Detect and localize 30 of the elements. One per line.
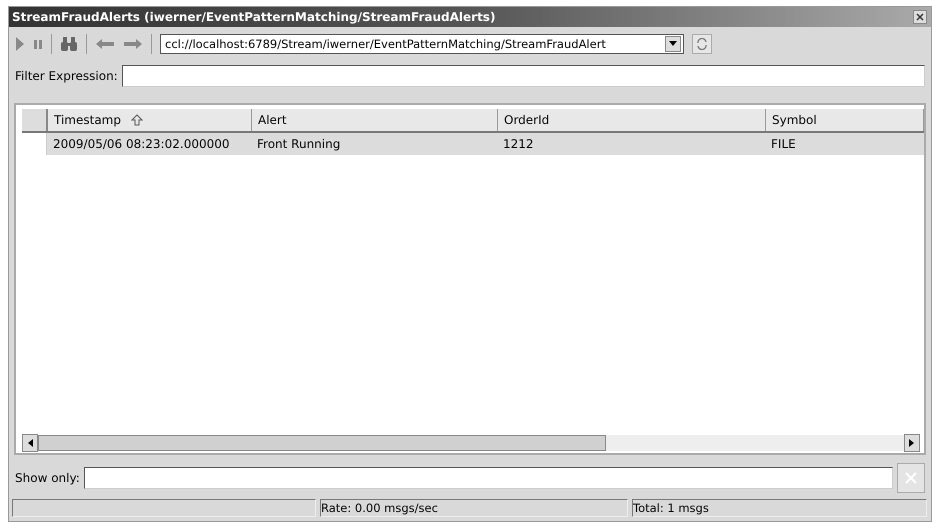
close-button[interactable]	[913, 10, 927, 24]
column-header[interactable]: Alert	[252, 109, 498, 131]
show-only-field[interactable]	[84, 467, 893, 489]
filter-expression-field[interactable]	[122, 65, 925, 87]
url-combo-box[interactable]: ccl://localhost:6789/Stream/iwerner/EventPatternMatching/StreamFraudAlert	[160, 34, 684, 54]
table-cell-text: Front Running	[256, 136, 342, 153]
table-cell-text: 1212	[502, 136, 535, 153]
refresh-icon	[696, 38, 708, 50]
status-text: Rate: 0.00 msgs/sec	[320, 499, 628, 517]
table-cell-text: 2009/05/06 08:23:02.000000	[52, 136, 230, 153]
dropdown-icon[interactable]	[669, 41, 677, 47]
close-icon	[914, 11, 926, 23]
right-arrow-icon[interactable]	[909, 439, 915, 447]
scroll-left-button[interactable]	[22, 434, 38, 452]
column-header[interactable]: OrderId	[498, 109, 766, 131]
field-label: Filter Expression:	[15, 69, 118, 83]
status-text: Total: 1 msgs	[632, 499, 927, 517]
table-cell-text: FILE	[770, 136, 797, 153]
scroll-right-button[interactable]	[904, 434, 920, 452]
close-icon	[904, 471, 918, 485]
scrollbar-thumb[interactable]	[38, 435, 606, 451]
left-arrow-icon[interactable]	[27, 439, 33, 447]
refresh-button[interactable]	[692, 34, 712, 54]
binoculars-icon[interactable]	[60, 36, 78, 52]
column-header[interactable]: Symbol	[766, 109, 924, 131]
window-title: StreamFraudAlerts (iwerner/EventPatternMatching/StreamFraudAlerts)	[12, 10, 496, 24]
table-row[interactable]: 2009/05/06 08:23:02.000000 Front Running 1212 FILE	[22, 133, 924, 155]
field-label: Show only:	[15, 471, 80, 485]
column-header-label: Timestamp	[54, 113, 121, 127]
column-header[interactable]: Timestamp	[48, 109, 252, 131]
